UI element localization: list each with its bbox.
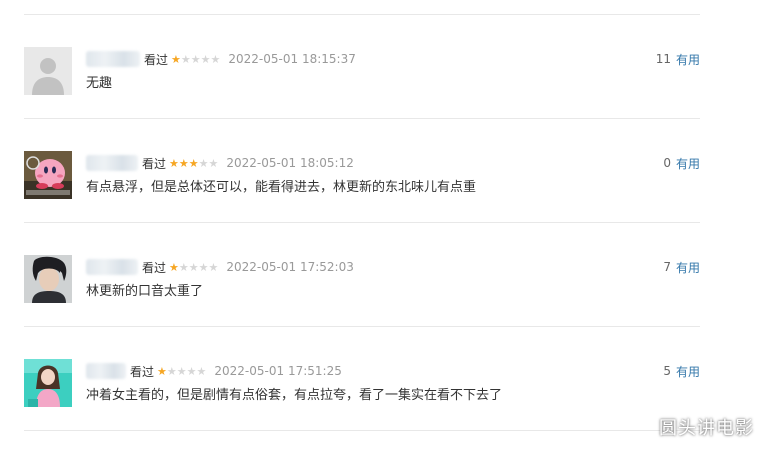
blurred-username[interactable] bbox=[86, 155, 138, 171]
rating-stars: ★ ★ ★ ★ ★ bbox=[169, 262, 218, 273]
blurred-username[interactable] bbox=[86, 259, 138, 275]
star-empty-icon: ★ bbox=[210, 52, 221, 66]
star-filled-icon: ★ bbox=[171, 52, 181, 66]
star-empty-icon: ★ bbox=[200, 52, 211, 66]
comment-meta: 看过 ★ ★ ★ ★ ★ 2022-05-01 18:15:37 bbox=[86, 49, 356, 69]
comment-text: 冲着女主看的，但是剧情有点俗套，有点拉夸，看了一集实在看不下去了 bbox=[86, 388, 503, 403]
star-empty-icon: ★ bbox=[198, 156, 209, 170]
watched-label: 看过 bbox=[130, 364, 155, 379]
kirby-avatar-icon[interactable] bbox=[24, 151, 72, 199]
default-user-avatar-icon[interactable] bbox=[24, 47, 72, 95]
useful-button[interactable]: 有用 bbox=[676, 363, 700, 380]
star-filled-icon: ★ bbox=[169, 260, 179, 274]
comment-divider bbox=[24, 430, 700, 431]
rating-stars: ★ ★ ★ ★ ★ bbox=[169, 158, 218, 169]
comment-item: 看过 ★ ★ ★ ★ ★ 2022-05-01 17:52:03 7 有用 林更新的口音… bbox=[24, 223, 700, 327]
watched-label: 看过 bbox=[142, 260, 167, 275]
star-empty-icon: ★ bbox=[176, 364, 187, 378]
useful-button[interactable]: 有用 bbox=[676, 51, 700, 68]
watched-label: 看过 bbox=[144, 52, 169, 67]
useful-button[interactable]: 有用 bbox=[676, 259, 700, 276]
vote-area: 0 有用 bbox=[663, 153, 700, 173]
star-empty-icon: ★ bbox=[180, 52, 191, 66]
comment-time: 2022-05-01 17:52:03 bbox=[226, 260, 354, 274]
comment-meta: 看过 ★ ★ ★ ★ ★ 2022-05-01 17:52:03 bbox=[86, 257, 354, 277]
watermark: 圆头讲电影 bbox=[659, 418, 754, 439]
vote-count: 0 bbox=[663, 156, 671, 170]
useful-button[interactable]: 有用 bbox=[676, 155, 700, 172]
comment-time: 2022-05-01 17:51:25 bbox=[214, 364, 342, 378]
star-filled-icon: ★ bbox=[157, 364, 167, 378]
blurred-username[interactable] bbox=[86, 363, 126, 379]
comment-time: 2022-05-01 18:15:37 bbox=[228, 52, 356, 66]
star-empty-icon: ★ bbox=[178, 260, 189, 274]
comment-text: 林更新的口音太重了 bbox=[86, 284, 204, 299]
star-empty-icon: ★ bbox=[208, 156, 219, 170]
watched-label: 看过 bbox=[142, 156, 167, 171]
star-empty-icon: ★ bbox=[166, 364, 177, 378]
vote-area: 5 有用 bbox=[663, 361, 700, 381]
comment-item: 看过 ★ ★ ★ ★ ★ 2022-05-01 18:15:37 11 有用 无趣 bbox=[24, 15, 700, 119]
comment-meta: 看过 ★ ★ ★ ★ ★ 2022-05-01 17:51:25 bbox=[86, 361, 342, 381]
comment-list: 看过 ★ ★ ★ ★ ★ 2022-05-01 18:15:37 11 有用 无趣 bbox=[24, 0, 700, 452]
comment-item: 看过 ★ ★ ★ ★ ★ 2022-05-01 17:51:25 5 有用 冲着女主看的… bbox=[24, 327, 700, 431]
vote-count: 11 bbox=[655, 52, 671, 66]
comment-text: 无趣 bbox=[86, 76, 113, 91]
comment-item: 看过 ★ ★ ★ ★ ★ 2022-05-01 18:05:12 0 有用 有点悬浮，但… bbox=[24, 119, 700, 223]
star-filled-icon: ★ bbox=[169, 156, 179, 170]
star-empty-icon: ★ bbox=[198, 260, 209, 274]
rating-stars: ★ ★ ★ ★ ★ bbox=[157, 366, 206, 377]
girl-photo-avatar-icon[interactable] bbox=[24, 359, 72, 407]
star-empty-icon: ★ bbox=[188, 260, 199, 274]
comment-meta: 看过 ★ ★ ★ ★ ★ 2022-05-01 18:05:12 bbox=[86, 153, 354, 173]
blurred-username[interactable] bbox=[86, 51, 140, 67]
star-filled-icon: ★ bbox=[188, 156, 199, 170]
comment-time: 2022-05-01 18:05:12 bbox=[226, 156, 354, 170]
vote-count: 5 bbox=[663, 364, 671, 378]
portrait-avatar-icon[interactable] bbox=[24, 255, 72, 303]
vote-area: 11 有用 bbox=[656, 49, 700, 69]
star-empty-icon: ★ bbox=[196, 364, 207, 378]
vote-area: 7 有用 bbox=[663, 257, 700, 277]
star-filled-icon: ★ bbox=[178, 156, 189, 170]
rating-stars: ★ ★ ★ ★ ★ bbox=[171, 54, 220, 65]
star-empty-icon: ★ bbox=[208, 260, 219, 274]
comment-text: 有点悬浮，但是总体还可以，能看得进去，林更新的东北味儿有点重 bbox=[86, 180, 477, 195]
vote-count: 7 bbox=[663, 260, 671, 274]
star-empty-icon: ★ bbox=[186, 364, 197, 378]
star-empty-icon: ★ bbox=[190, 52, 201, 66]
